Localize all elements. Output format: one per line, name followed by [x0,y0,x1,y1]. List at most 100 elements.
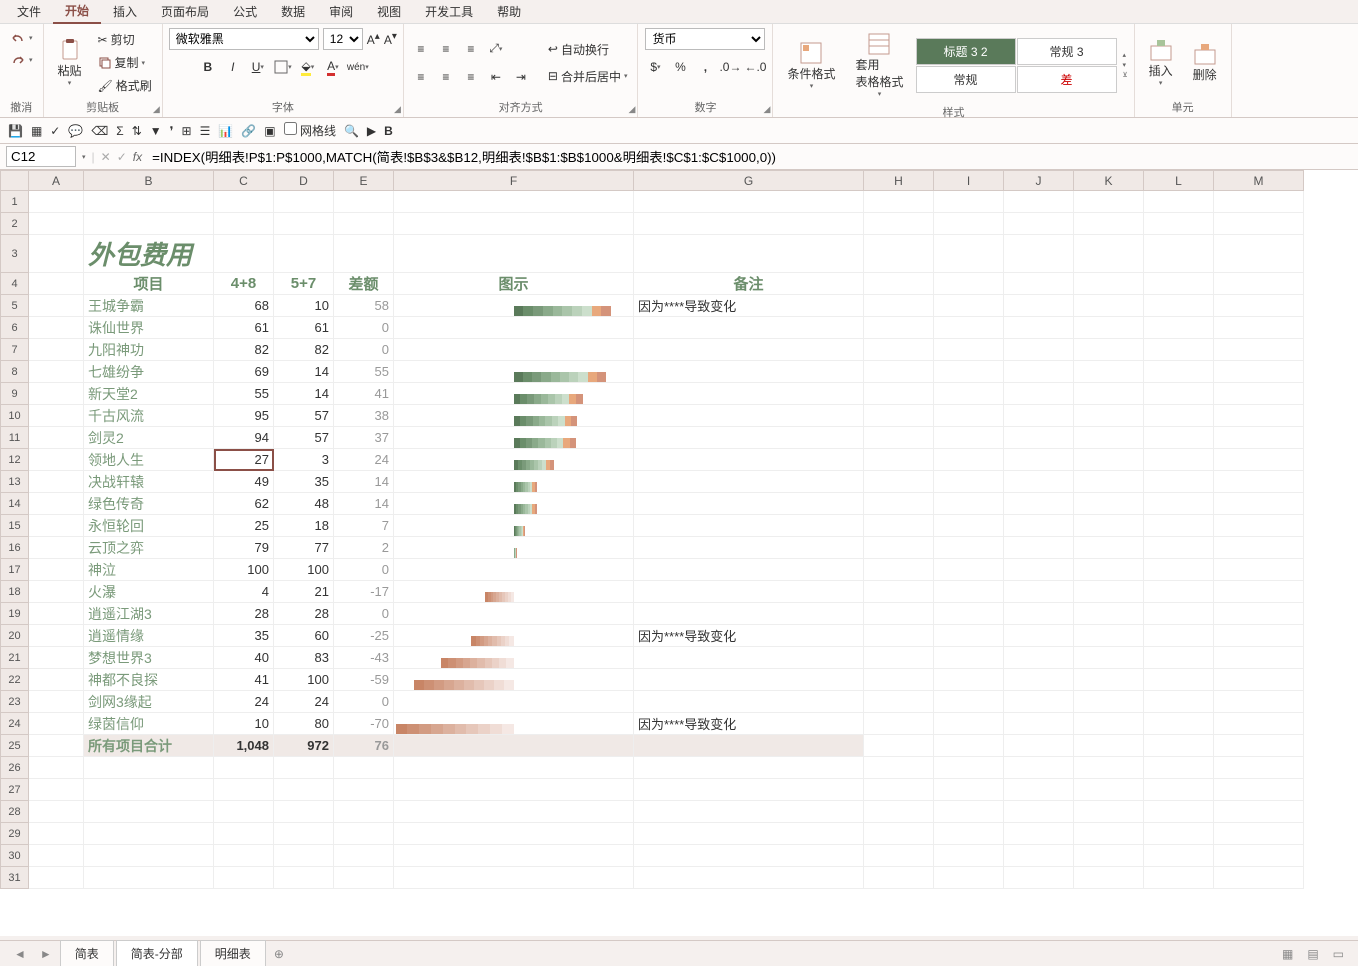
cell-G27[interactable] [634,779,864,801]
row-header-24[interactable]: 24 [1,713,29,735]
cell-F29[interactable] [394,823,634,845]
cell-A20[interactable] [29,625,84,647]
qat-group-icon[interactable]: ⊞ [182,124,192,138]
cell-C20[interactable]: 35 [214,625,274,647]
cell-J10[interactable] [1004,405,1074,427]
cell-J14[interactable] [1004,493,1074,515]
cell-E17[interactable]: 0 [334,559,394,581]
cell-L31[interactable] [1144,867,1214,889]
cell-J26[interactable] [1004,757,1074,779]
cell-K14[interactable] [1074,493,1144,515]
cell-L5[interactable] [1144,295,1214,317]
gridlines-toggle[interactable]: 网格线 [284,122,336,139]
row-header-18[interactable]: 18 [1,581,29,603]
cell-L9[interactable] [1144,383,1214,405]
menu-视图[interactable]: 视图 [365,0,413,23]
cell-H28[interactable] [864,801,934,823]
cell-F17[interactable] [394,559,634,581]
cell-E29[interactable] [334,823,394,845]
cell-I19[interactable] [934,603,1004,625]
cell-F25[interactable] [394,735,634,757]
cell-H1[interactable] [864,191,934,213]
cell-D28[interactable] [274,801,334,823]
increase-font-button[interactable]: A▴ [367,31,380,47]
cell-I4[interactable] [934,273,1004,295]
cell-J31[interactable] [1004,867,1074,889]
cell-J24[interactable] [1004,713,1074,735]
cell-J3[interactable] [1004,235,1074,273]
cell-M7[interactable] [1214,339,1304,361]
cell-D27[interactable] [274,779,334,801]
cell-I12[interactable] [934,449,1004,471]
cell-J12[interactable] [1004,449,1074,471]
cell-C28[interactable] [214,801,274,823]
cell-F8[interactable] [394,361,634,383]
cell-H16[interactable] [864,537,934,559]
cell-K25[interactable] [1074,735,1144,757]
cell-J11[interactable] [1004,427,1074,449]
cell-B28[interactable] [84,801,214,823]
phonetic-button[interactable]: wén▾ [347,56,369,78]
qat-freeze-icon[interactable]: ▣ [264,124,275,138]
cell-C6[interactable]: 61 [214,317,274,339]
cell-C21[interactable]: 40 [214,647,274,669]
cell-E9[interactable]: 41 [334,383,394,405]
cell-B12[interactable]: 领地人生 [84,449,214,471]
cell-G10[interactable] [634,405,864,427]
cell-K20[interactable] [1074,625,1144,647]
row-header-9[interactable]: 9 [1,383,29,405]
cell-E19[interactable]: 0 [334,603,394,625]
cell-J23[interactable] [1004,691,1074,713]
row-header-25[interactable]: 25 [1,735,29,757]
cell-I6[interactable] [934,317,1004,339]
cell-M20[interactable] [1214,625,1304,647]
row-header-27[interactable]: 27 [1,779,29,801]
cell-L20[interactable] [1144,625,1214,647]
cell-A11[interactable] [29,427,84,449]
style-gallery[interactable]: 标题 3 2 常规 3 常规 差 [916,38,1117,93]
col-header-H[interactable]: H [864,171,934,191]
cell-A1[interactable] [29,191,84,213]
cell-H31[interactable] [864,867,934,889]
cell-C16[interactable]: 79 [214,537,274,559]
cell-M5[interactable] [1214,295,1304,317]
cell-H17[interactable] [864,559,934,581]
cell-F19[interactable] [394,603,634,625]
col-header-D[interactable]: D [274,171,334,191]
cell-I30[interactable] [934,845,1004,867]
cell-F6[interactable] [394,317,634,339]
cell-K15[interactable] [1074,515,1144,537]
qat-chart-icon[interactable]: 📊 [218,124,233,138]
cell-K29[interactable] [1074,823,1144,845]
cell-M18[interactable] [1214,581,1304,603]
cell-L7[interactable] [1144,339,1214,361]
name-dropdown-icon[interactable]: ▾ [82,153,86,161]
cell-J19[interactable] [1004,603,1074,625]
cell-L26[interactable] [1144,757,1214,779]
cell-K11[interactable] [1074,427,1144,449]
cell-M10[interactable] [1214,405,1304,427]
cut-button[interactable]: ✂剪切 [94,29,156,50]
col-header-J[interactable]: J [1004,171,1074,191]
cell-D24[interactable]: 80 [274,713,334,735]
cell-A16[interactable] [29,537,84,559]
redo-button[interactable]: ▾ [6,50,37,70]
cell-H20[interactable] [864,625,934,647]
cell-J16[interactable] [1004,537,1074,559]
cell-M9[interactable] [1214,383,1304,405]
menu-公式[interactable]: 公式 [221,0,269,23]
cell-M29[interactable] [1214,823,1304,845]
cell-H11[interactable] [864,427,934,449]
cell-D30[interactable] [274,845,334,867]
cell-M21[interactable] [1214,647,1304,669]
cell-I14[interactable] [934,493,1004,515]
cell-C22[interactable]: 41 [214,669,274,691]
menu-插入[interactable]: 插入 [101,0,149,23]
cell-J22[interactable] [1004,669,1074,691]
cell-J5[interactable] [1004,295,1074,317]
cell-F15[interactable] [394,515,634,537]
italic-button[interactable]: I [222,56,244,78]
cell-I24[interactable] [934,713,1004,735]
menu-数据[interactable]: 数据 [269,0,317,23]
cell-C30[interactable] [214,845,274,867]
